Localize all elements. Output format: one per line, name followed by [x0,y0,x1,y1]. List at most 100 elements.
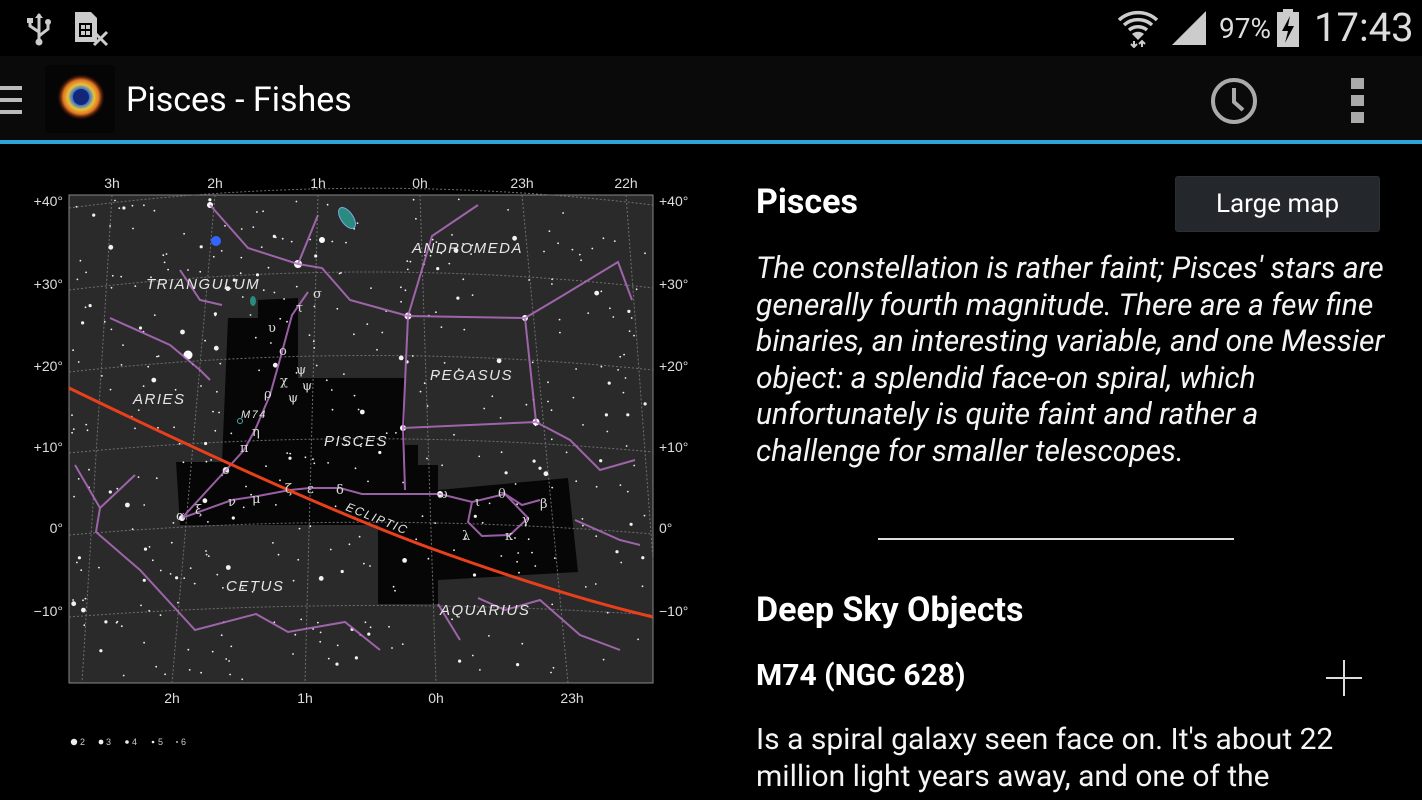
star [73,495,75,498]
ra-label-bottom: 0h [428,690,444,706]
star [436,267,440,271]
planet-marker [211,236,221,246]
star [224,225,226,227]
star [309,525,312,528]
star [122,674,125,677]
svg-text:ο: ο [279,344,287,359]
svg-text:3: 3 [106,737,111,747]
star [578,253,581,256]
no-sim-icon [75,12,109,47]
star [225,658,228,660]
star [630,317,633,319]
star [205,460,208,463]
star [143,504,146,506]
star [595,535,598,538]
star [210,459,213,461]
star [137,476,140,478]
star [602,658,605,661]
star [300,618,303,621]
star [308,334,311,336]
star [183,577,186,579]
star [329,548,332,551]
app-bar: Pisces - Fishes [0,56,1422,140]
star [453,433,455,436]
star [559,331,561,334]
star [313,347,316,349]
svg-text:ι: ι [475,495,480,510]
clock-time: 17:43 [1314,4,1414,51]
star [423,382,426,385]
label-m74: M74 [241,409,267,421]
star [111,274,114,277]
star [376,348,378,351]
star [86,429,89,432]
star [402,481,404,484]
star [76,561,78,564]
star [312,458,314,460]
constellation-description: The constellation is rather faint; Pisce… [756,251,1385,469]
star [156,355,158,358]
star [177,601,179,604]
dec-label-left: +40° [34,193,63,209]
svg-text:ν: ν [228,495,236,510]
star [456,296,460,300]
star [643,514,646,517]
star [200,671,203,674]
star [240,228,243,230]
star [143,204,145,207]
star [604,413,609,417]
star [402,558,407,563]
star [481,521,484,524]
star [571,248,574,251]
star [550,671,552,674]
star [357,408,360,411]
star [607,381,611,385]
star [620,561,623,564]
star [419,390,422,393]
star [624,377,627,379]
star [388,625,390,628]
star [331,408,334,411]
star [220,634,223,637]
star [643,402,647,406]
star-map-chart[interactable]: ANDROMEDA TRIANGULUM PEGASUS ARIES PISCE… [0,144,720,800]
star [165,253,168,255]
star [109,225,111,227]
battery-charging-icon [1277,9,1299,47]
star [463,328,466,331]
star [491,395,494,398]
star-map[interactable]: ANDROMEDA TRIANGULUM PEGASUS ARIES PISCE… [0,144,720,800]
star [499,417,502,419]
svg-text:ο: ο [222,463,230,478]
label-pisces: PISCES [324,433,388,450]
star [242,506,245,509]
star [551,278,553,281]
star [363,562,365,565]
star [262,289,265,292]
svg-text:τ: τ [296,301,303,316]
star [292,653,294,655]
time-clock-icon[interactable] [1209,76,1259,126]
star [220,250,223,252]
overflow-menu-icon[interactable] [1350,76,1366,126]
star [205,550,207,552]
star [204,441,208,446]
star [309,238,312,241]
label-aquarius: AQUARIUS [439,602,530,619]
star [108,244,114,250]
nav-drawer-button[interactable] [0,56,120,140]
large-map-button[interactable]: Large map [1175,176,1380,232]
label-triangulum: TRIANGULUM [146,276,260,293]
star [600,290,603,293]
star [164,673,167,676]
star [451,234,453,236]
star [343,373,345,375]
star [548,230,551,233]
usb-icon [27,13,51,46]
star [575,480,578,483]
star [635,288,638,291]
star [109,388,112,391]
star [609,307,611,310]
svg-text:θ: θ [498,487,506,502]
expand-plus-icon[interactable] [1324,658,1364,698]
